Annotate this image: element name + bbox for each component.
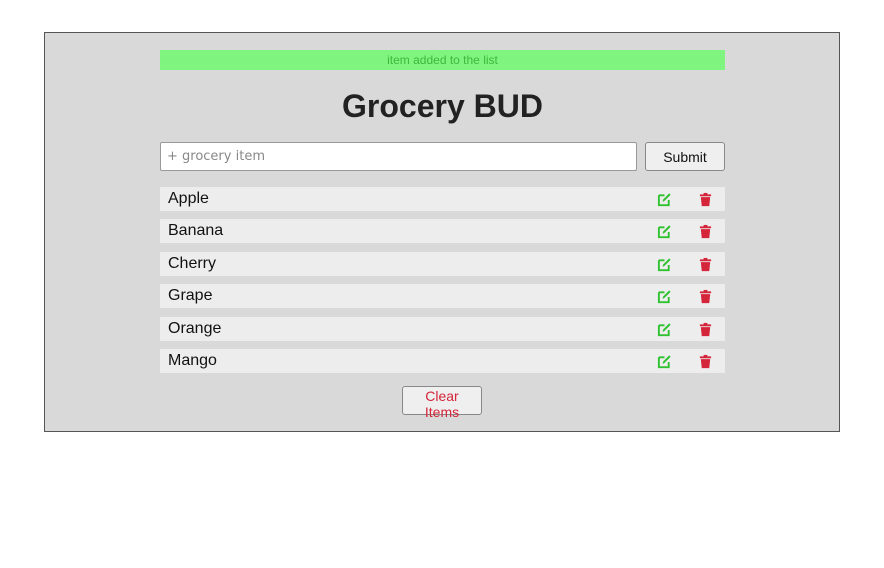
trash-icon[interactable] [698,224,713,239]
item-name: Cherry [168,254,217,272]
list-item: Mango [160,348,725,373]
edit-icon[interactable] [657,192,672,207]
clear-items-button[interactable]: Clear Items [402,386,482,420]
trash-icon[interactable] [698,289,713,304]
trash-icon[interactable] [698,354,713,369]
grocery-list: Apple Banana Cherry Grape Orange Mango [160,187,725,373]
list-item: Banana [160,219,725,244]
edit-icon[interactable] [657,257,672,272]
list-item: Cherry [160,251,725,276]
list-item: Grape [160,284,725,309]
edit-icon[interactable] [657,322,672,337]
edit-icon[interactable] [657,354,672,369]
item-name: Banana [168,222,224,240]
grocery-app: item added to the list Grocery BUD Submi… [44,32,840,432]
list-item: Orange [160,316,725,341]
grocery-form: Submit [160,142,725,171]
item-name: Orange [168,319,222,337]
item-name: Apple [168,190,209,207]
page-title: Grocery BUD [342,88,543,124]
list-item: Apple [160,187,725,211]
item-name: Mango [168,351,217,369]
edit-icon[interactable] [657,289,672,304]
trash-icon[interactable] [698,192,713,207]
trash-icon[interactable] [698,257,713,272]
edit-icon[interactable] [657,224,672,239]
trash-icon[interactable] [698,322,713,337]
submit-button[interactable]: Submit [645,142,725,171]
item-name: Grape [168,287,213,305]
app-inner: item added to the list Grocery BUD Submi… [160,50,725,381]
grocery-input[interactable] [160,142,637,171]
alert-banner: item added to the list [160,50,725,70]
